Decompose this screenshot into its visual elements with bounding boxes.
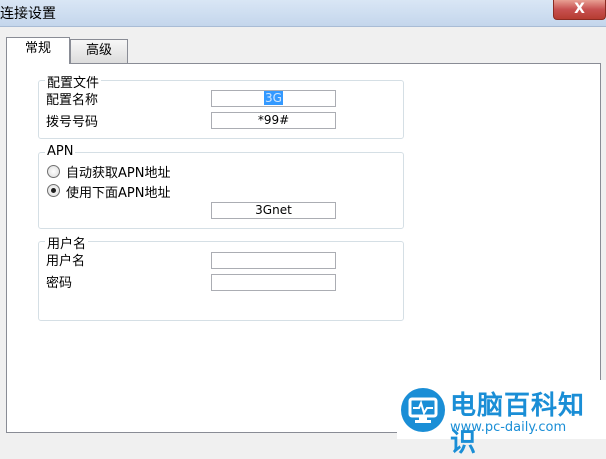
title-bar: 连接设置 X bbox=[0, 0, 606, 27]
username-field[interactable] bbox=[211, 252, 336, 269]
apn-auto-radio[interactable] bbox=[47, 165, 60, 178]
profile-name-label: 配置名称 bbox=[46, 93, 99, 108]
username-label: 用户名 bbox=[46, 254, 86, 269]
password-label: 密码 bbox=[46, 276, 73, 291]
watermark-url: www.pc-daily.com bbox=[450, 420, 567, 435]
dial-number-label: 拨号号码 bbox=[46, 115, 99, 130]
apn-field[interactable]: 3Gnet bbox=[211, 202, 336, 219]
dial-number-field[interactable]: *99# bbox=[211, 112, 336, 129]
tab-advanced[interactable]: 高级 bbox=[70, 39, 128, 63]
apn-group-title: APN bbox=[45, 144, 76, 159]
watermark-logo: 电脑百科知识 www.pc-daily.com bbox=[397, 380, 606, 458]
profile-name-field[interactable]: 3G bbox=[211, 90, 336, 107]
apn-manual-label[interactable]: 使用下面APN地址 bbox=[66, 182, 170, 201]
apn-manual-radio[interactable] bbox=[47, 184, 60, 197]
close-button[interactable]: X bbox=[553, 0, 606, 20]
tab-general[interactable]: 常规 bbox=[6, 37, 70, 64]
apn-auto-label[interactable]: 自动获取APN地址 bbox=[66, 162, 170, 181]
profile-name-value: 3G bbox=[264, 91, 283, 105]
monitor-icon bbox=[401, 388, 445, 432]
close-icon: X bbox=[574, 1, 585, 17]
window-title: 连接设置 bbox=[0, 6, 56, 22]
password-field[interactable] bbox=[211, 274, 336, 291]
